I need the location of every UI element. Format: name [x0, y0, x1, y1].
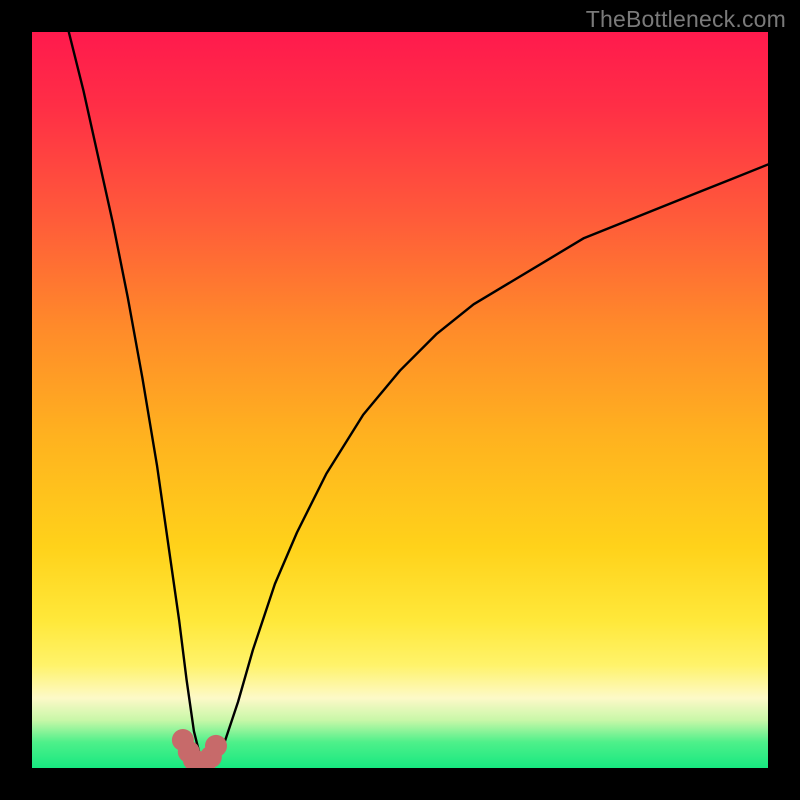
dip-marker: [205, 735, 227, 757]
chart-frame: [32, 32, 768, 768]
watermark-text: TheBottleneck.com: [586, 6, 786, 33]
gradient-background: [32, 32, 768, 768]
bottleneck-chart: [32, 32, 768, 768]
